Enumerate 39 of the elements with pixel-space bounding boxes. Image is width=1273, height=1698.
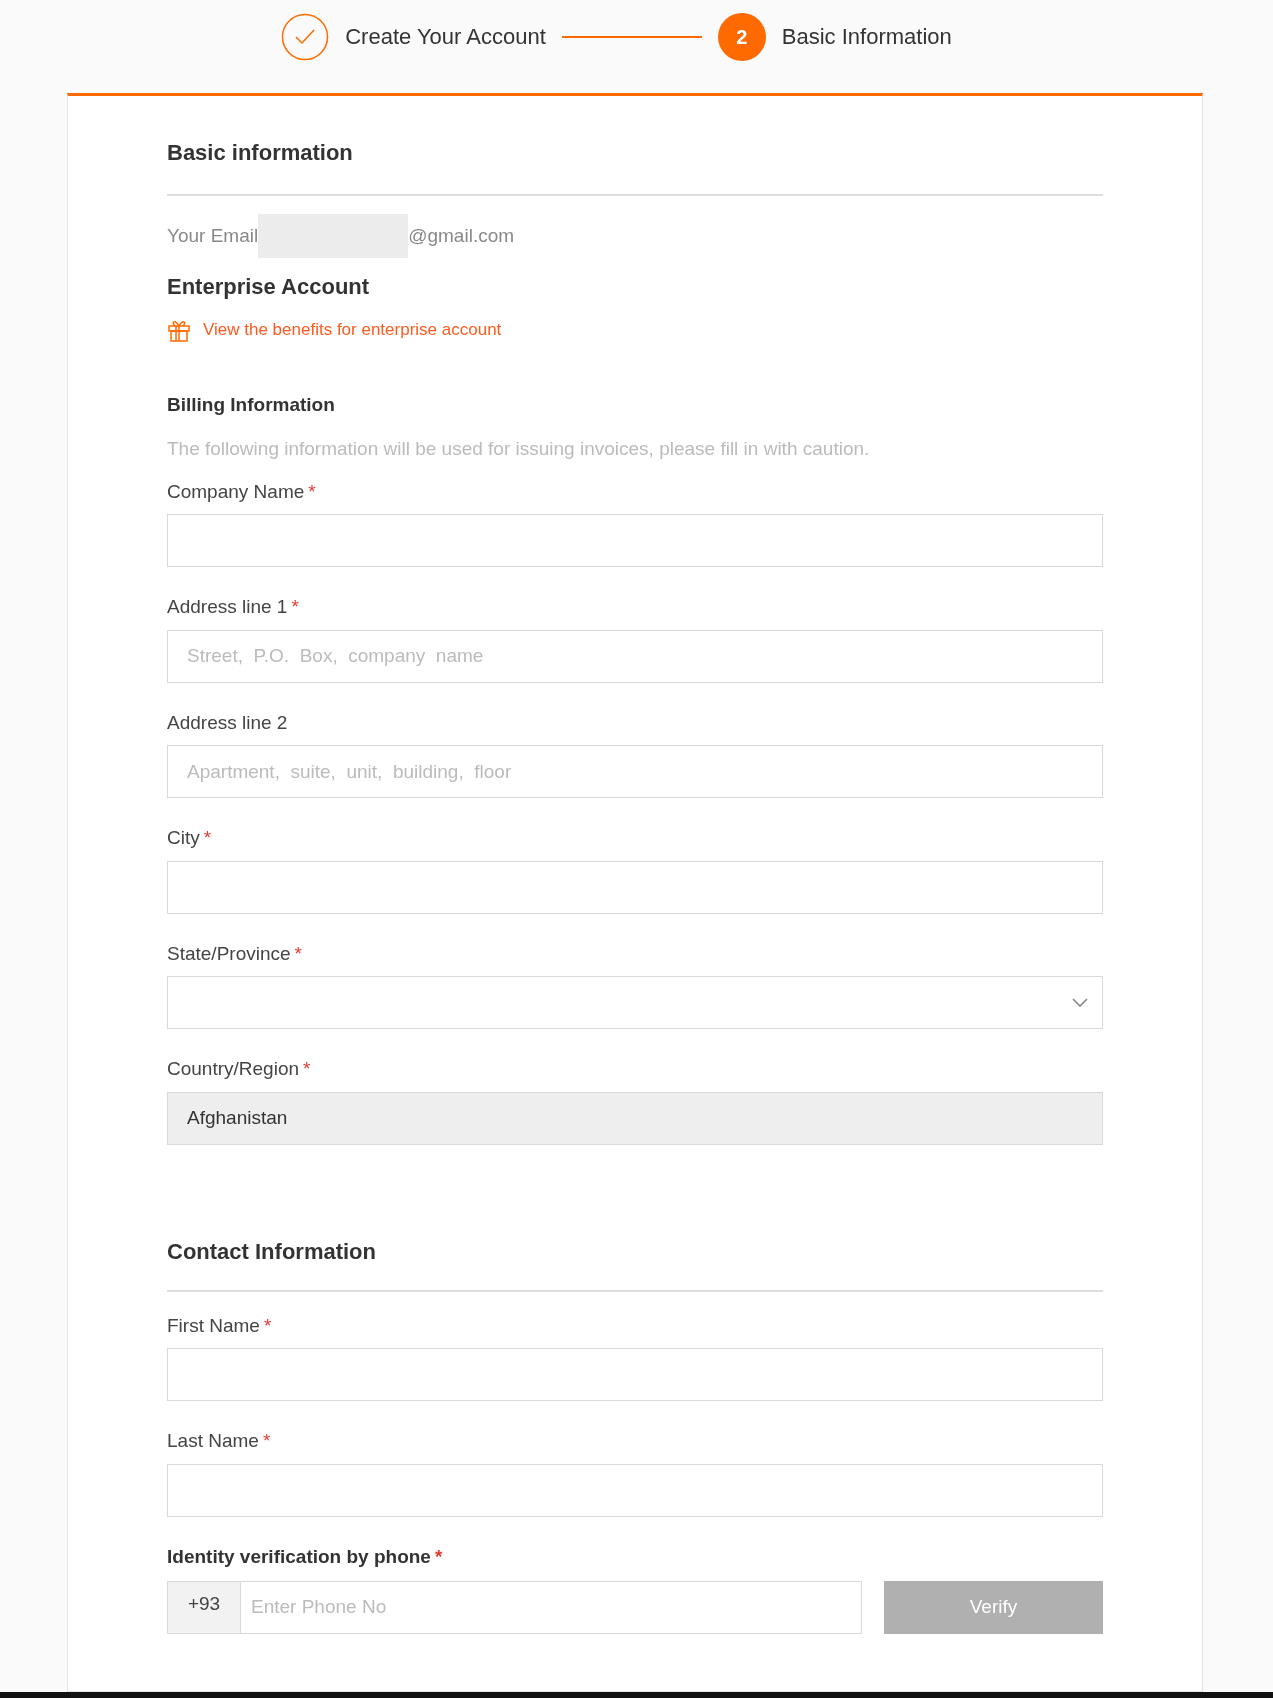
email-value: @gmail.com bbox=[408, 223, 515, 248]
chevron-down-icon bbox=[1072, 997, 1088, 1008]
field-label: Company Name bbox=[167, 479, 305, 504]
required-mark: * bbox=[434, 1544, 443, 1569]
email-label: Your Email bbox=[167, 223, 259, 248]
field-label: First Name bbox=[167, 1313, 260, 1338]
field-label: Address line 1 bbox=[167, 595, 288, 619]
required-mark: * bbox=[262, 1429, 271, 1453]
billing-note: The following information will be used for issuing invoices, please fill in with caution. bbox=[167, 437, 871, 461]
input-field: Afghanistan bbox=[167, 1091, 1103, 1145]
field-label: Address line 2 bbox=[167, 710, 288, 735]
required-mark: * bbox=[294, 941, 302, 966]
subsection-title: Billing Information bbox=[167, 392, 336, 417]
required-mark: * bbox=[263, 1313, 272, 1338]
select-field[interactable] bbox=[167, 976, 1103, 1029]
field-label: Last Name bbox=[167, 1429, 259, 1453]
required-mark: * bbox=[303, 1057, 311, 1081]
section-title: Enterprise Account bbox=[167, 273, 371, 301]
field-label: State/Province bbox=[167, 941, 291, 966]
input-field[interactable]: Street, P.O. Box, company name bbox=[167, 629, 1103, 683]
field-label: Country/Region bbox=[167, 1057, 300, 1081]
field-label: Identity verification by phone bbox=[167, 1544, 431, 1569]
input-field[interactable] bbox=[167, 1463, 1103, 1517]
input-field[interactable] bbox=[167, 514, 1103, 567]
required-mark: * bbox=[291, 595, 299, 619]
input-field[interactable]: Apartment, suite, unit, building, floor bbox=[167, 745, 1103, 798]
step-label: Create Your Account bbox=[345, 23, 546, 51]
required-mark: * bbox=[203, 826, 212, 850]
input-field[interactable] bbox=[167, 860, 1103, 914]
section-title: Contact Information bbox=[167, 1237, 377, 1266]
benefits-link[interactable]: View the benefits for enterprise account bbox=[203, 317, 502, 343]
country-code: +93 bbox=[167, 1581, 241, 1634]
section-title: Basic information bbox=[167, 139, 354, 166]
phone-input[interactable]: Enter Phone No bbox=[241, 1581, 862, 1634]
step-label: Basic Information bbox=[781, 23, 952, 51]
field-label: City bbox=[167, 826, 200, 850]
step-number: 2 bbox=[717, 12, 766, 61]
input-field[interactable] bbox=[167, 1348, 1103, 1401]
required-mark: * bbox=[308, 479, 316, 504]
